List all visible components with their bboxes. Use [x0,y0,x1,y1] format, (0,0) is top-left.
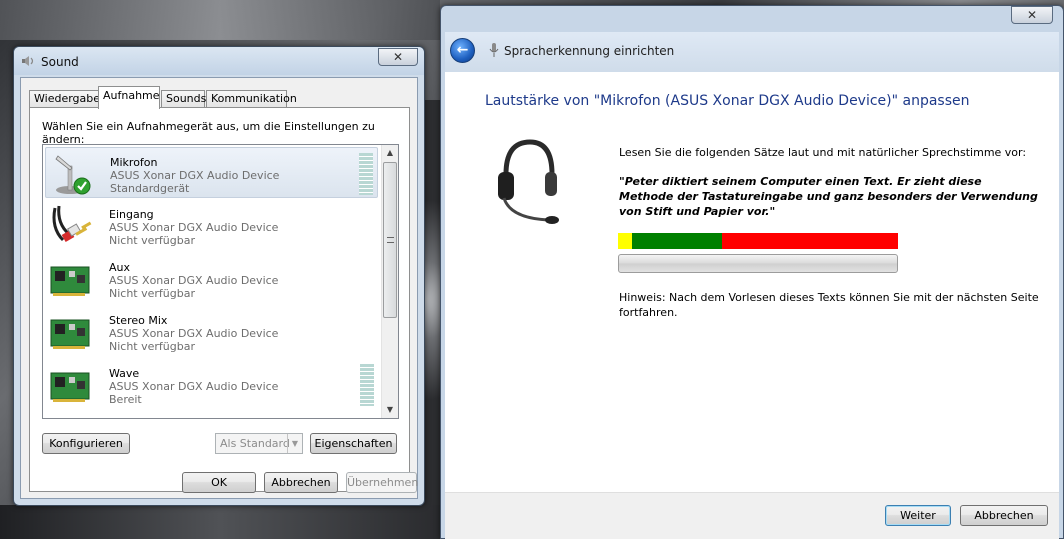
page-title: Lautstärke von "Mikrofon (ASUS Xonar DGX… [485,93,970,109]
device-name: Wave [109,367,140,380]
set-default-label: Als Standard [220,437,290,450]
sound-close-button[interactable]: ✕ [378,48,418,66]
device-status: Bereit [109,393,142,406]
speaker-icon [22,56,34,66]
device-name: Stereo Mix [109,314,168,327]
apply-button[interactable]: Übernehmen [346,472,418,493]
reading-sentence: "Peter diktiert seinem Computer einen Te… [619,175,1038,218]
wizard-content: Lautstärke von "Mikrofon (ASUS Xonar DGX… [445,72,1059,492]
headset-icon [498,139,559,224]
device-driver: ASUS Xonar DGX Audio Device [109,221,279,234]
device-status: Nicht verfügbar [109,340,195,353]
wizard-header: ← Spracherkennung einrichten [445,32,1059,72]
device-eingang[interactable]: Eingang ASUS Xonar DGX Audio Device Nich… [45,200,378,251]
device-list-scrollbar[interactable]: ▲ ▼ [381,145,398,418]
device-status: Nicht verfügbar [109,287,195,300]
recording-instruction: Wählen Sie ein Aufnahmegerät aus, um die… [42,120,375,146]
properties-button[interactable]: Eigenschaften [310,433,397,454]
microphone-icon [55,155,91,195]
configure-button[interactable]: Konfigurieren [42,433,130,454]
device-mikrofon[interactable]: Mikrofon ASUS Xonar DGX Audio Device Sta… [45,147,378,198]
device-wave[interactable]: Wave ASUS Xonar DGX Audio Device Bereit [45,359,378,410]
device-name: Eingang [109,208,154,221]
sound-card-icon [50,372,90,402]
device-status: Standardgerät [110,182,190,195]
sound-dialog-title: Sound [41,55,79,69]
ok-button[interactable]: OK [182,472,256,493]
scroll-thumb[interactable] [383,162,397,318]
device-driver: ASUS Xonar DGX Audio Device [109,274,279,287]
desktop-background-bottom [0,505,440,539]
device-aux[interactable]: Aux ASUS Xonar DGX Audio Device Nicht ve… [45,253,378,304]
sound-client-area: Wiedergabe Aufnahme Sounds Kommunikation… [20,77,418,499]
rca-cable-icon [52,205,92,242]
reading-instruction: Lesen Sie die folgenden Sätze laut und m… [619,146,1027,159]
desktop-background [0,0,440,40]
tab-sounds[interactable]: Sounds [161,90,206,108]
scroll-down-arrow-icon[interactable]: ▼ [382,402,398,418]
sound-card-icon [50,319,90,349]
level-meter-icon [360,364,374,406]
device-status: Nicht verfügbar [109,234,195,247]
device-driver: ASUS Xonar DGX Audio Device [109,380,279,393]
wizard-cancel-button[interactable]: Abbrechen [960,505,1048,526]
wizard-header-title: Spracherkennung einrichten [504,44,675,58]
sound-cancel-button[interactable]: Abbrechen [264,472,338,493]
sound-titlebar[interactable]: Sound ✕ [14,47,424,75]
device-name: Aux [109,261,131,274]
device-driver: ASUS Xonar DGX Audio Device [110,169,280,182]
speech-setup-wizard: ✕ ← Spracherkennung einrichten Lautstärk… [440,5,1064,539]
scroll-up-arrow-icon[interactable]: ▲ [382,145,398,161]
sound-dialog: Sound ✕ Wiedergabe Aufnahme Sounds Kommu… [13,46,425,506]
recording-device-list[interactable]: Mikrofon ASUS Xonar DGX Audio Device Sta… [42,144,399,419]
level-segment-1 [632,233,722,249]
chevron-down-icon: ▼ [287,434,302,453]
tab-kommunikation[interactable]: Kommunikation [206,90,297,108]
grip-icon [387,237,394,243]
device-stereo-mix[interactable]: Stereo Mix ASUS Xonar DGX Audio Device N… [45,306,378,357]
reading-progress-bar [618,254,898,273]
microphone-icon [489,43,499,57]
wizard-footer: Weiter Abbrechen [445,492,1059,539]
volume-level-meter [618,233,898,249]
level-meter-icon [359,153,373,195]
device-driver: ASUS Xonar DGX Audio Device [109,327,279,340]
recording-tab-panel: Wählen Sie ein Aufnahmegerät aus, um die… [29,107,410,492]
hint-text: Hinweis: Nach dem Vorlesen dieses Texts … [619,291,1039,319]
level-segment-2 [721,233,898,249]
tab-aufnahme[interactable]: Aufnahme [98,86,160,109]
tab-wiedergabe[interactable]: Wiedergabe [29,90,100,108]
level-segment-0 [618,233,632,249]
sound-card-icon [50,266,90,296]
back-arrow-icon[interactable]: ← [450,38,475,63]
set-default-dropdown[interactable]: Als Standard ▼ [215,433,303,454]
wizard-close-button[interactable]: ✕ [1011,6,1053,24]
next-button[interactable]: Weiter [885,505,951,526]
device-name: Mikrofon [110,156,158,169]
